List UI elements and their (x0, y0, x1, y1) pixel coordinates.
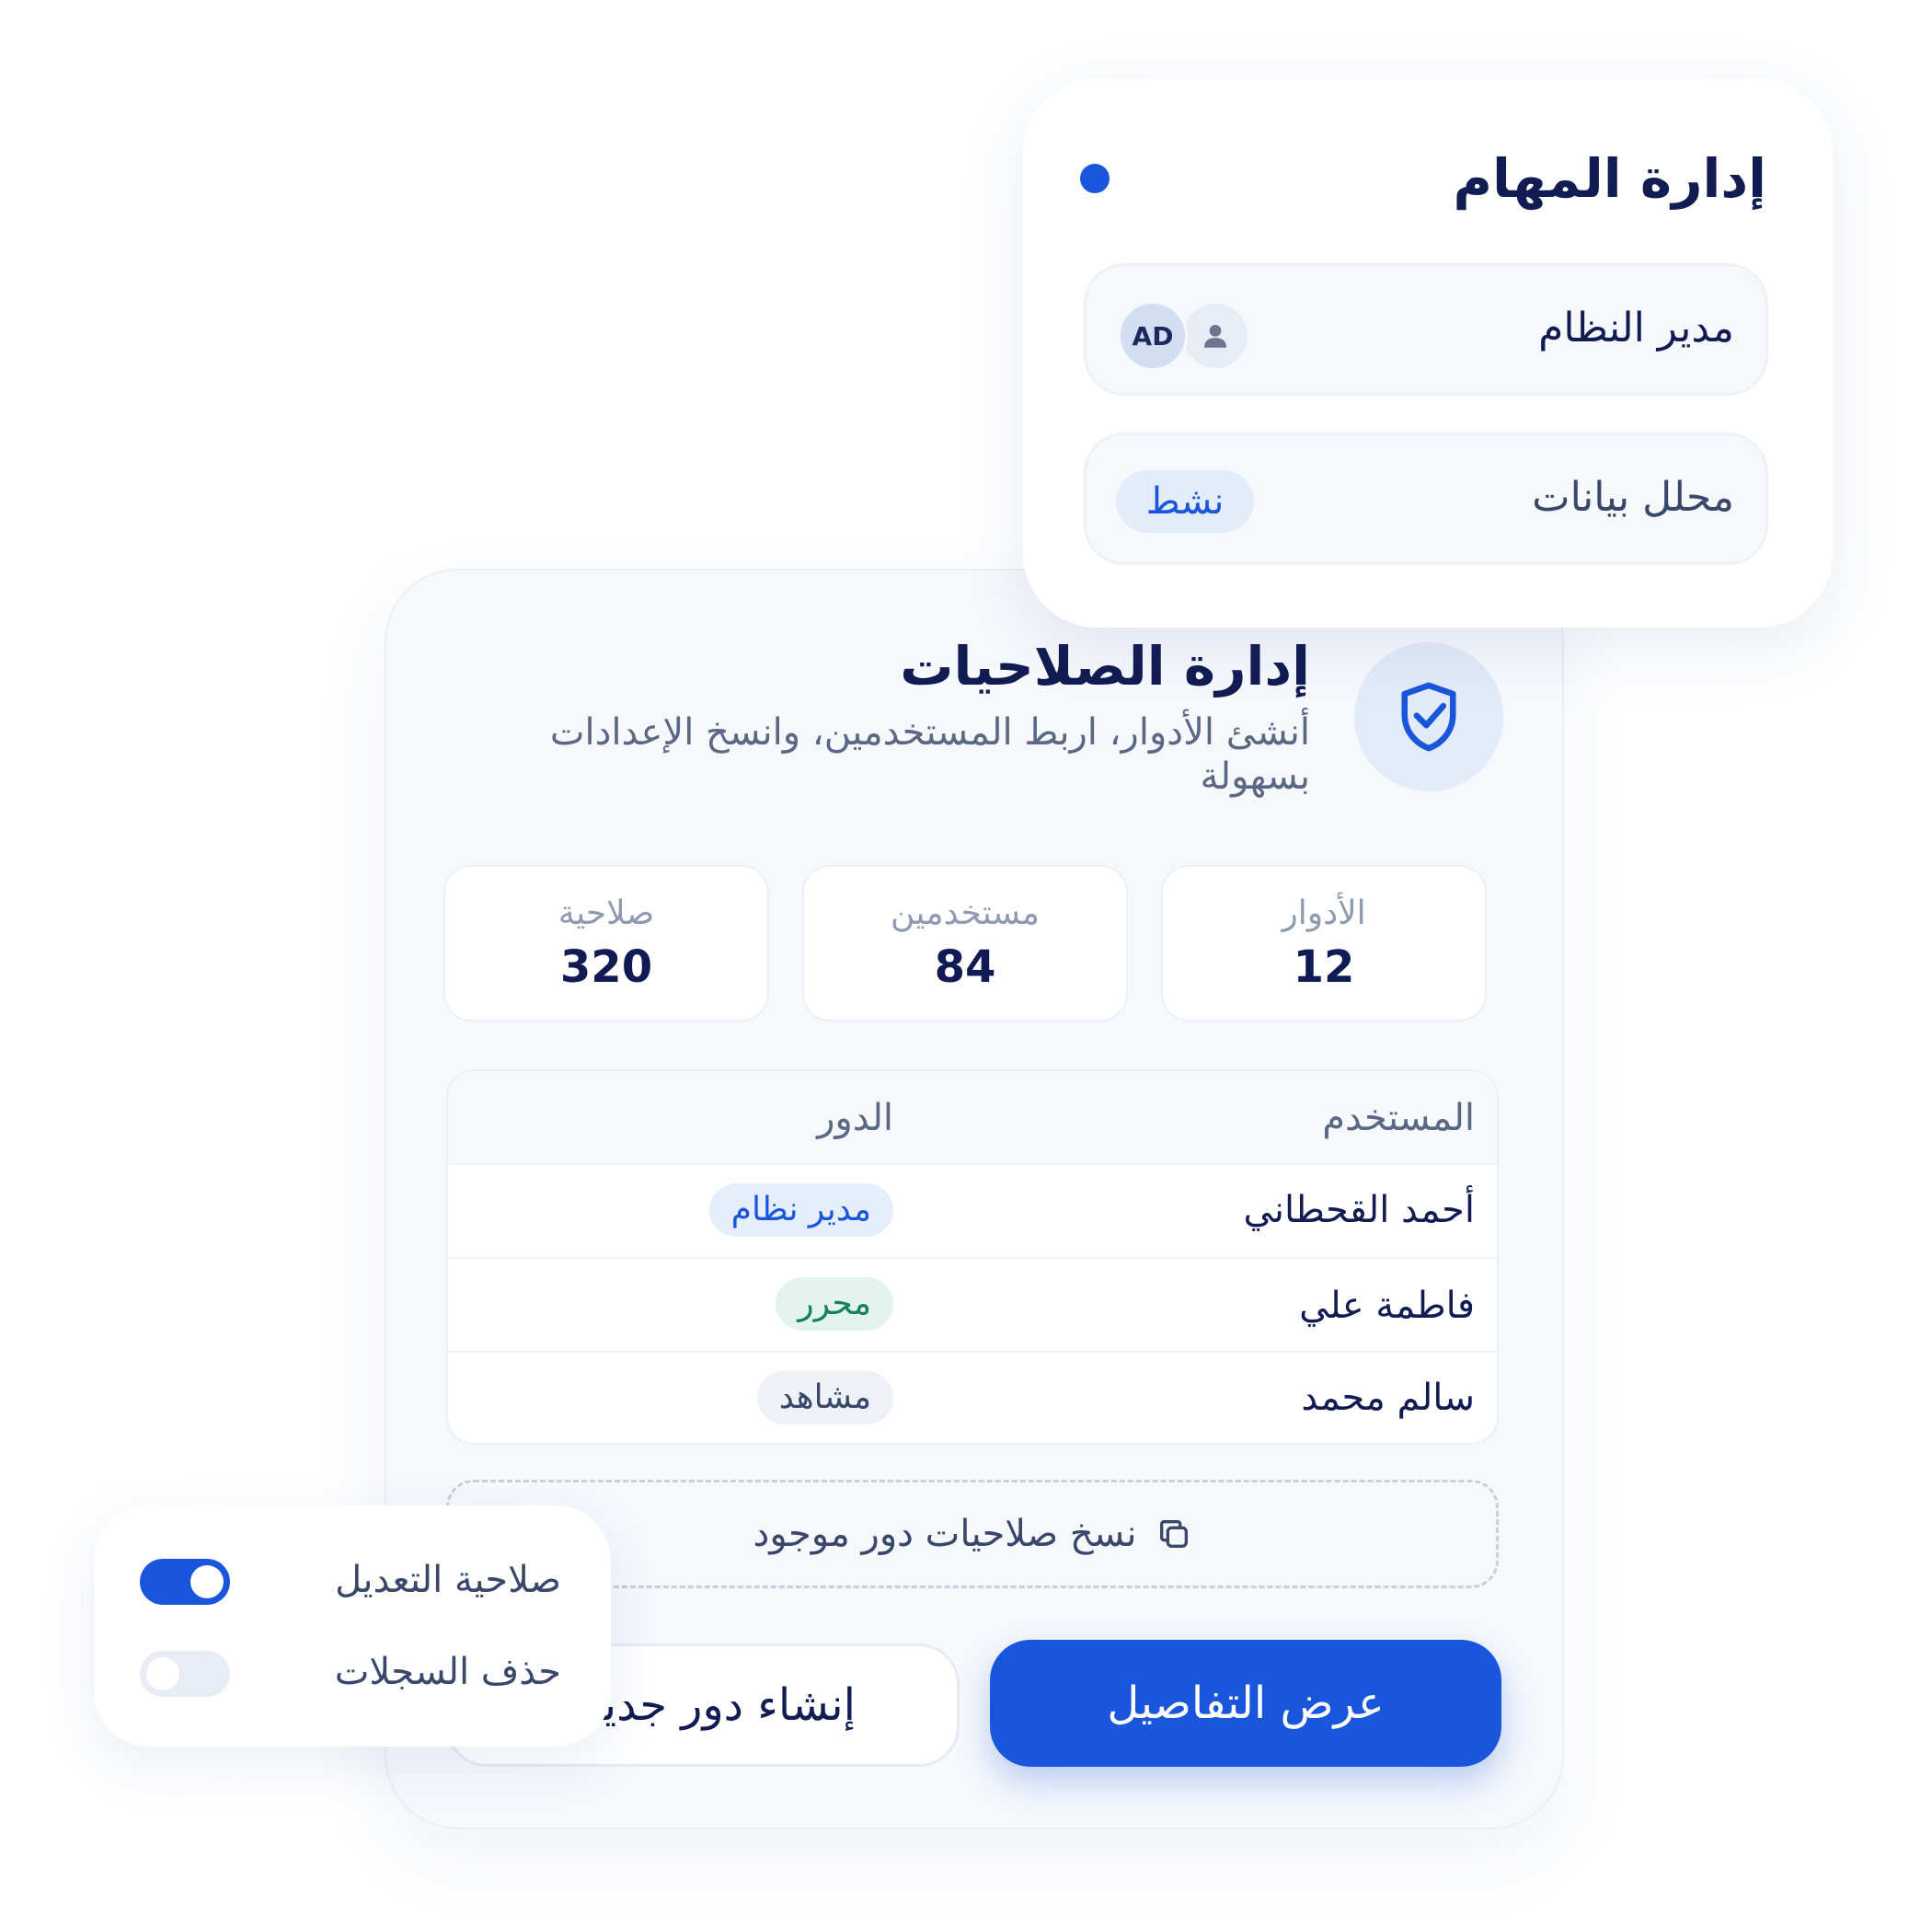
toggle-label-edit: صلاحية التعديل (335, 1559, 561, 1601)
user-icon (1203, 324, 1227, 348)
stat-users: مستخدمين 84 (802, 865, 1128, 1021)
users-roles-table: المستخدم الدور أحمد القحطاني مدير نظام ف… (446, 1069, 1499, 1445)
view-details-button[interactable]: عرض التفاصيل (990, 1640, 1501, 1767)
delete-records-toggle[interactable] (140, 1651, 230, 1697)
role-badge-viewer: مشاهد (756, 1371, 893, 1424)
shield-icon (1401, 682, 1456, 752)
shield-badge (1354, 642, 1503, 791)
stat-label: الأدوار (1282, 894, 1366, 932)
status-dot (1080, 164, 1110, 193)
column-header-user: المستخدم (1322, 1097, 1475, 1139)
user-name: سالم محمد (1301, 1377, 1475, 1419)
role-badge-admin: مدير نظام (708, 1183, 893, 1237)
permissions-title: إدارة الصلاحيات (900, 635, 1310, 698)
user-name: أحمد القحطاني (1243, 1189, 1475, 1231)
table-header-row: المستخدم الدور (448, 1071, 1497, 1163)
stat-value: 84 (934, 941, 996, 993)
role-label: محلل بيانات (1532, 474, 1734, 521)
permissions-subtitle: أنشئ الأدوار، اربط المستخدمين، وانسخ الإ… (549, 711, 1310, 798)
table-row[interactable]: سالم محمد مشاهد (448, 1351, 1497, 1443)
column-header-role: الدور (817, 1097, 893, 1139)
permission-toggles-card (94, 1505, 611, 1747)
toggle-label-delete: حذف السجلات (334, 1651, 561, 1693)
task-row-analyst[interactable]: محلل بيانات نشط (1084, 432, 1768, 565)
edit-permission-toggle[interactable] (140, 1559, 230, 1605)
stat-roles: الأدوار 12 (1161, 865, 1487, 1021)
avatar-initials: AD (1118, 301, 1188, 371)
stat-permissions: صلاحية 320 (443, 865, 769, 1021)
toggle-knob (190, 1565, 224, 1598)
stat-value: 320 (559, 941, 653, 993)
table-row[interactable]: فاطمة علي محرر (448, 1257, 1497, 1353)
avatar (1180, 301, 1250, 371)
table-row[interactable]: أحمد القحطاني مدير نظام (448, 1163, 1497, 1259)
stat-label: صلاحية (558, 894, 655, 932)
role-badge-editor: محرر (776, 1277, 893, 1331)
copy-icon (1159, 1520, 1188, 1548)
user-name: فاطمة علي (1299, 1285, 1475, 1327)
status-badge: نشط (1116, 470, 1254, 533)
toggle-knob (146, 1657, 179, 1690)
stat-label: مستخدمين (891, 894, 1040, 932)
copy-label: نسخ صلاحيات دور موجود (753, 1513, 1137, 1555)
stat-value: 12 (1293, 941, 1355, 993)
task-card-title: إدارة المهام (1453, 147, 1766, 210)
role-label: مدير النظام (1538, 305, 1734, 352)
task-row-admin[interactable]: مدير النظام AD (1084, 263, 1768, 396)
